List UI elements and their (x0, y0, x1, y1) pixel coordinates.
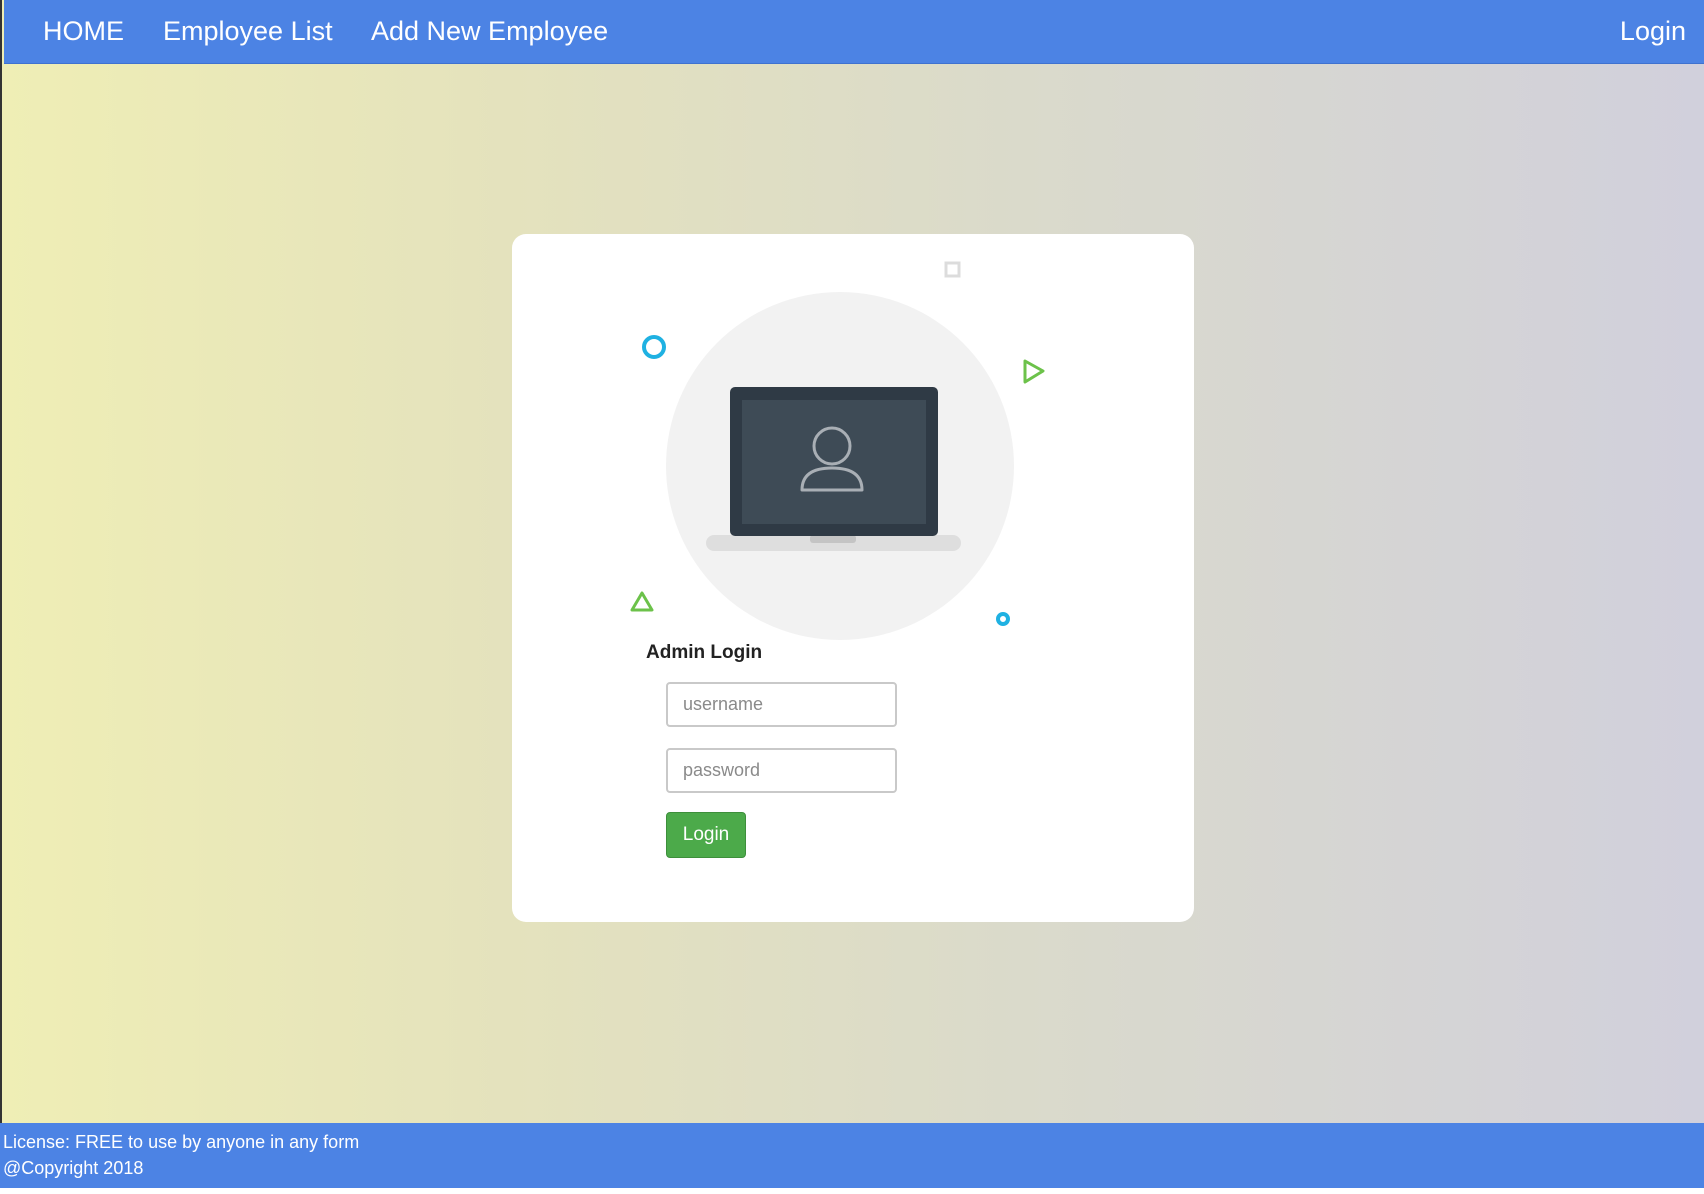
nav-login-link[interactable]: Login (1620, 0, 1686, 62)
nav-add-employee-link[interactable]: Add New Employee (371, 0, 608, 62)
bottom-strip (0, 1188, 1704, 1194)
footer: License: FREE to use by anyone in any fo… (0, 1123, 1704, 1188)
laptop-user-icon (630, 261, 1045, 640)
triangle-icon (630, 591, 654, 612)
admin-login-title: Admin Login (646, 642, 763, 663)
username-input[interactable] (666, 682, 897, 727)
nav-employee-list-link[interactable]: Employee List (163, 0, 333, 62)
nav-home-link[interactable]: HOME (43, 0, 124, 62)
password-input[interactable] (666, 748, 897, 793)
dot-icon (996, 612, 1010, 626)
laptop-hinge (810, 535, 856, 543)
square-icon (944, 261, 961, 278)
window-edge (0, 0, 2, 1194)
circle-icon (642, 335, 666, 359)
top-navbar: HOME Employee List Add New Employee Logi… (4, 0, 1704, 64)
play-triangle-icon (1023, 359, 1045, 384)
login-card: Admin Login Login (512, 234, 1194, 922)
laptop-screen (742, 400, 926, 524)
login-button[interactable]: Login (666, 812, 746, 858)
footer-copyright-text: @Copyright 2018 (3, 1158, 144, 1178)
footer-license-text: License: FREE to use by anyone in any fo… (3, 1132, 360, 1152)
